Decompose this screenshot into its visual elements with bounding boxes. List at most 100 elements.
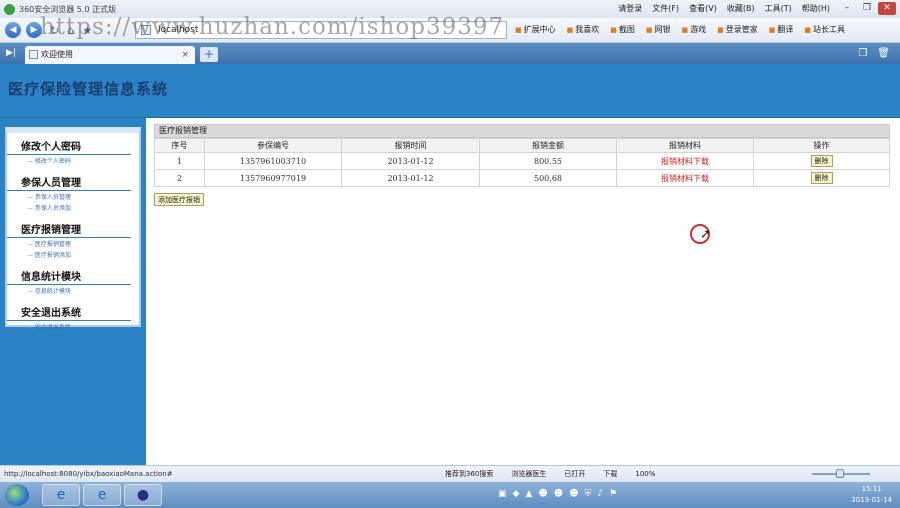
status-opened[interactable]: 已打开 (564, 466, 585, 482)
menu-group-statistics: 信息统计模块 信息统计模块 (7, 263, 139, 299)
menu-heading-reimburse: 医疗报销管理 (7, 216, 131, 238)
toolbar-extensions: 扩展中心 我喜欢 截图 网银 游戏 登录管家 翻译 站长工具 (515, 24, 845, 35)
left-panel: 修改个人密码 修改个人密码 参保人员管理 参保人员管理 参保人员添加 医疗报销管… (0, 118, 146, 465)
status-download[interactable]: 下载 (603, 466, 617, 482)
delete-button[interactable]: 删除 (810, 155, 833, 167)
maximize-icon[interactable]: ❐ (858, 2, 876, 15)
material-download-link[interactable]: 报销材料下载 (616, 169, 754, 187)
cell-no: 2 (154, 169, 205, 187)
col-header-date: 报销时间 (341, 138, 480, 153)
table-header-row: 序号 参保编号 报销时间 报销金额 报销材料 操作 (154, 138, 890, 153)
tray-volume-icon[interactable]: ♪ (597, 489, 603, 499)
address-bar[interactable]: localhost (135, 21, 507, 39)
menu-link-logout[interactable]: 安全退出系统 (7, 322, 139, 333)
status-search-recommend[interactable]: 推荐到360搜索 (445, 466, 493, 482)
toolbar-webmaster[interactable]: 站长工具 (804, 24, 845, 35)
menu-link-statistics[interactable]: 信息统计模块 (7, 286, 139, 297)
start-button-icon[interactable] (5, 484, 29, 506)
browser-menu-bar: 请登录 文件(F) 查看(V) 收藏(B) 工具(T) 帮助(H) (618, 3, 830, 14)
tab-close-icon[interactable]: × (181, 46, 189, 64)
favorite-star-icon[interactable]: ★ (82, 24, 92, 37)
main-content: 医疗报销管理 序号 参保编号 报销时间 报销金额 报销材料 操作 1 13579… (154, 124, 890, 206)
menu-help[interactable]: 帮助(H) (802, 3, 830, 14)
status-url: http://localhost:8080/yibx/baoxiaoMana.a… (4, 470, 173, 478)
back-icon[interactable]: ◀ (5, 22, 21, 38)
tray-shield-icon[interactable]: ⛨ (585, 489, 592, 499)
toolbar-extension-center[interactable]: 扩展中心 (515, 24, 556, 35)
cell-amount: 800.55 (479, 152, 617, 170)
new-tab-icon[interactable]: + (200, 47, 218, 62)
menu-file[interactable]: 文件(F) (652, 3, 679, 14)
toolbar-like[interactable]: 我喜欢 (567, 24, 599, 35)
browser-toolbar: ◀ ▶ ↻ ⌂ ★ localhost 扩展中心 我喜欢 截图 网银 游戏 登录… (0, 18, 900, 43)
tray-qq3-icon[interactable]: ☻ (569, 489, 578, 499)
mouse-cursor-icon: ➚ (700, 227, 711, 242)
taskbar-eclipse-icon[interactable]: ● (124, 484, 162, 506)
status-tools: 推荐到360搜索 浏览器医生 已打开 下载 100% (445, 466, 655, 482)
tray-security-icon[interactable]: ◆ (513, 489, 520, 499)
col-header-action: 操作 (753, 138, 890, 153)
status-zoom-level[interactable]: 100% (635, 466, 655, 482)
clock-date: 2013-01-14 (851, 496, 892, 504)
tray-app-icon[interactable]: ▲ (525, 489, 532, 499)
menu-heading-password: 修改个人密码 (7, 133, 131, 155)
toolbar-screenshot[interactable]: 截图 (610, 24, 635, 35)
add-reimbursement-button[interactable]: 添加医疗报销 (154, 193, 204, 206)
menu-favorites[interactable]: 收藏(B) (727, 3, 755, 14)
tab-bar: ▶| 欢迎使用 × + ❐ 🗑 (0, 43, 900, 64)
tray-qq-icon[interactable]: ☻ (538, 489, 547, 499)
col-header-amount: 报销金额 (479, 138, 617, 153)
menu-link-change-password[interactable]: 修改个人密码 (7, 156, 139, 167)
tab-label: 欢迎使用 (41, 50, 73, 59)
sidebar-toggle-icon[interactable]: ▶| (6, 48, 16, 58)
taskbar-ie2-icon[interactable]: e (83, 484, 121, 506)
sidebar-menu: 修改个人密码 修改个人密码 参保人员管理 参保人员管理 参保人员添加 医疗报销管… (5, 127, 141, 331)
minimize-icon[interactable]: – (838, 2, 856, 15)
tab-welcome[interactable]: 欢迎使用 × (25, 46, 195, 64)
close-window-icon[interactable]: ✕ (878, 2, 896, 15)
tray-network-icon[interactable]: ▣ (498, 489, 507, 499)
clock-time: 15:11 (861, 485, 882, 493)
menu-group-password: 修改个人密码 修改个人密码 (7, 133, 139, 169)
menu-link-reimburse-add[interactable]: 医疗报销添加 (7, 250, 139, 261)
tab-page-icon (29, 50, 38, 59)
menu-link-reimburse-manage[interactable]: 医疗报销管理 (7, 239, 139, 250)
cell-date: 2013-01-12 (341, 152, 480, 170)
trash-icon[interactable]: 🗑 (877, 48, 890, 59)
forward-icon[interactable]: ▶ (26, 22, 42, 38)
system-banner: 医疗保险管理信息系统 (0, 64, 900, 118)
col-header-no: 序号 (154, 138, 205, 153)
tray-flag-icon[interactable]: ⚑ (609, 489, 617, 499)
web-page: 医疗保险管理信息系统 修改个人密码 修改个人密码 参保人员管理 参保人员管理 参… (0, 64, 900, 465)
menu-tools[interactable]: 工具(T) (765, 3, 792, 14)
refresh-icon[interactable]: ↻ (50, 24, 59, 37)
tab-list-icon[interactable]: ❐ (858, 48, 867, 59)
material-download-link[interactable]: 报销材料下载 (616, 152, 754, 170)
menu-group-reimburse: 医疗报销管理 医疗报销管理 医疗报销添加 (7, 216, 139, 263)
menu-link-insured-manage[interactable]: 参保人员管理 (7, 192, 139, 203)
table-row: 1 1357961003710 2013-01-12 800.55 报销材料下载… (154, 152, 890, 170)
menu-view[interactable]: 查看(V) (689, 3, 717, 14)
cell-insured-id: 1357960977019 (204, 169, 342, 187)
toolbar-ebank[interactable]: 网银 (646, 24, 671, 35)
cell-action: 删除 (753, 152, 890, 170)
col-header-insured-id: 参保编号 (204, 138, 342, 153)
system-title: 医疗保险管理信息系统 (8, 80, 169, 98)
menu-login[interactable]: 请登录 (618, 3, 642, 14)
section-title: 医疗报销管理 (154, 124, 890, 138)
cell-insured-id: 1357961003710 (204, 152, 342, 170)
delete-button[interactable]: 删除 (810, 172, 833, 184)
cell-action: 删除 (753, 169, 890, 187)
menu-link-insured-add[interactable]: 参保人员添加 (7, 203, 139, 214)
taskbar-ie-icon[interactable]: e (42, 484, 80, 506)
home-icon[interactable]: ⌂ (67, 24, 74, 37)
system-tray: ▣ ◆ ▲ ☻ ☻ ☻ ⛨ ♪ ⚑ (498, 489, 617, 499)
tray-qq2-icon[interactable]: ☻ (554, 489, 563, 499)
toolbar-translate[interactable]: 翻译 (769, 24, 793, 35)
toolbar-login-manager[interactable]: 登录管家 (717, 24, 758, 35)
status-browser-doctor[interactable]: 浏览器医生 (511, 466, 546, 482)
system-clock[interactable]: 15:11 2013-01-14 (851, 484, 892, 506)
menu-heading-logout: 安全退出系统 (7, 299, 131, 321)
toolbar-games[interactable]: 游戏 (682, 24, 706, 35)
zoom-slider-handle[interactable] (836, 469, 844, 478)
